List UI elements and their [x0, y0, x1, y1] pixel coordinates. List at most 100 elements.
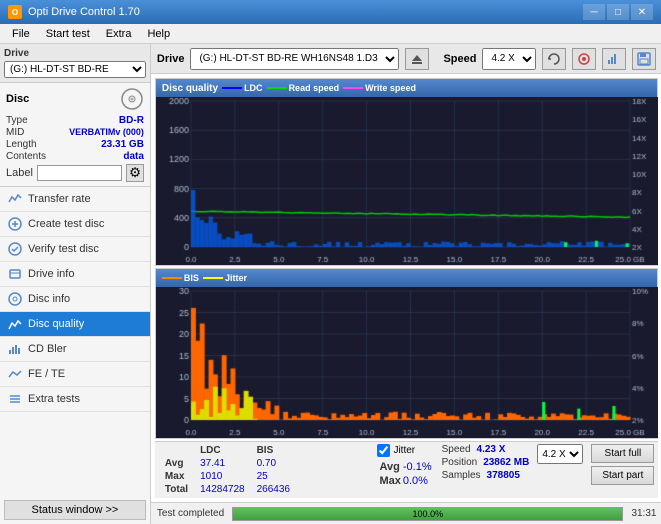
nav-extra-tests-label: Extra tests — [28, 393, 80, 405]
nav-transfer-rate[interactable]: Transfer rate — [0, 187, 150, 212]
length-value: 23.31 GB — [101, 139, 144, 150]
legend-ldc: LDC — [222, 83, 263, 93]
sidebar-drive-section: Drive (G:) HL-DT-ST BD-RE — [0, 44, 150, 83]
start-full-button[interactable]: Start full — [591, 444, 654, 463]
drive-info-icon — [8, 267, 22, 281]
avg-jitter-row: Avg — [379, 461, 400, 473]
read-speed-color — [267, 87, 287, 89]
stats-table: LDC BIS Avg 37.41 0.70 Max 1010 25 — [159, 444, 370, 496]
avg-bis: 0.70 — [251, 457, 296, 470]
save-button[interactable] — [632, 48, 656, 70]
refresh-button[interactable] — [542, 48, 566, 70]
chart2-canvas — [156, 287, 658, 438]
disc-contents-row: Contents data — [6, 151, 144, 162]
samples-val: 378805 — [487, 470, 520, 481]
eject-icon — [410, 52, 424, 66]
minimize-button[interactable]: ─ — [583, 4, 605, 20]
speed-dropdown-area: 4.2 X — [537, 444, 583, 464]
drive-label: Drive — [4, 48, 146, 59]
avg-label: Avg — [159, 457, 194, 470]
content-area: Drive (G:) HL-DT-ST BD-RE WH16NS48 1.D3 … — [151, 44, 661, 524]
start-part-button[interactable]: Start part — [591, 466, 654, 485]
eject-button[interactable] — [405, 48, 429, 70]
bis-label: BIS — [184, 273, 199, 283]
chart1-container: Disc quality LDC Read speed Write speed — [155, 78, 659, 266]
progress-bar: 100.0% — [232, 507, 623, 521]
legend-write-speed: Write speed — [343, 83, 416, 93]
statusbar: Test completed 100.0% 31:31 — [151, 502, 661, 524]
chart1-inner — [156, 97, 658, 265]
nav-list: Transfer rate Create test disc Verify te… — [0, 187, 150, 496]
close-button[interactable]: ✕ — [631, 4, 653, 20]
menu-start-test[interactable]: Start test — [38, 26, 98, 42]
time-text: 31:31 — [631, 508, 656, 519]
chart2-container: BIS Jitter — [155, 268, 659, 439]
nav-drive-info[interactable]: Drive info — [0, 262, 150, 287]
write-speed-color — [343, 87, 363, 89]
col-header-ldc: LDC — [194, 444, 251, 457]
menu-help[interactable]: Help — [139, 26, 178, 42]
legend-jitter: Jitter — [203, 273, 247, 283]
chart-icon-toolbar — [607, 52, 621, 66]
samples-key: Samples — [442, 470, 481, 481]
status-text: Test completed — [157, 508, 224, 519]
nav-transfer-rate-label: Transfer rate — [28, 193, 91, 205]
nav-cd-bler[interactable]: CD Bler — [0, 337, 150, 362]
action-buttons: Start full Start part — [591, 444, 654, 485]
disc-length-row: Length 23.31 GB — [6, 139, 144, 150]
app-icon: O — [8, 5, 22, 19]
speed-val: 4.23 X — [477, 444, 506, 455]
cd-bler-icon — [8, 342, 22, 356]
label-button[interactable]: ⚙ — [126, 164, 144, 182]
menu-file[interactable]: File — [4, 26, 38, 42]
label-input[interactable] — [37, 165, 122, 181]
chart1-canvas — [156, 97, 658, 265]
extra-tests-icon — [8, 392, 22, 406]
jitter-checkbox[interactable] — [377, 444, 390, 457]
ldc-label: LDC — [244, 83, 263, 93]
disc-quality-icon — [8, 317, 22, 331]
main-layout: Drive (G:) HL-DT-ST BD-RE Disc Type BD-R — [0, 44, 661, 524]
chart2-title-bar: BIS Jitter — [156, 269, 658, 287]
toolbar-speed-label: Speed — [443, 53, 476, 65]
settings-button2[interactable] — [602, 48, 626, 70]
nav-fe-te-label: FE / TE — [28, 368, 65, 380]
menubar: File Start test Extra Help — [0, 24, 661, 44]
contents-label: Contents — [6, 151, 46, 162]
sidebar: Drive (G:) HL-DT-ST BD-RE Disc Type BD-R — [0, 44, 151, 524]
nav-create-test-disc-label: Create test disc — [28, 218, 104, 230]
max-ldc: 1010 — [194, 470, 251, 483]
position-key: Position — [442, 457, 478, 468]
titlebar: O Opti Drive Control 1.70 ─ □ ✕ — [0, 0, 661, 24]
nav-disc-info[interactable]: Disc info — [0, 287, 150, 312]
sidebar-drive-select[interactable]: (G:) HL-DT-ST BD-RE — [4, 61, 146, 78]
type-label: Type — [6, 115, 28, 126]
disc-mid-row: MID VERBATIMv (000) — [6, 127, 144, 138]
nav-cd-bler-label: CD Bler — [28, 343, 67, 355]
samples-row: Samples 378805 — [442, 470, 530, 481]
status-window-button[interactable]: Status window >> — [4, 500, 146, 520]
nav-create-test-disc[interactable]: Create test disc — [0, 212, 150, 237]
disc-icon-toolbar — [577, 52, 591, 66]
maximize-button[interactable]: □ — [607, 4, 629, 20]
nav-verify-test-disc[interactable]: Verify test disc — [0, 237, 150, 262]
toolbar-drive-select[interactable]: (G:) HL-DT-ST BD-RE WH16NS48 1.D3 — [190, 48, 399, 70]
chart-area: Disc quality LDC Read speed Write speed — [151, 74, 661, 502]
progress-text: 100.0% — [233, 508, 622, 520]
max-label: Max — [159, 470, 194, 483]
position-val: 23862 MB — [483, 457, 529, 468]
menu-extra[interactable]: Extra — [98, 26, 140, 42]
nav-drive-info-label: Drive info — [28, 268, 74, 280]
speed-dropdown[interactable]: 4.2 X — [537, 444, 583, 464]
save-icon — [637, 52, 651, 66]
jitter-table: Avg -0.1% Max 0.0% — [377, 459, 433, 489]
chart1-title: Disc quality — [162, 83, 218, 94]
nav-fe-te[interactable]: FE / TE — [0, 362, 150, 387]
nav-disc-quality-label: Disc quality — [28, 318, 84, 330]
write-speed-label: Write speed — [365, 83, 416, 93]
nav-extra-tests[interactable]: Extra tests — [0, 387, 150, 412]
settings-button1[interactable] — [572, 48, 596, 70]
toolbar-speed-select[interactable]: 4.2 X — [482, 48, 536, 70]
jitter-checkbox-row: Jitter — [377, 444, 433, 457]
nav-disc-quality[interactable]: Disc quality — [0, 312, 150, 337]
